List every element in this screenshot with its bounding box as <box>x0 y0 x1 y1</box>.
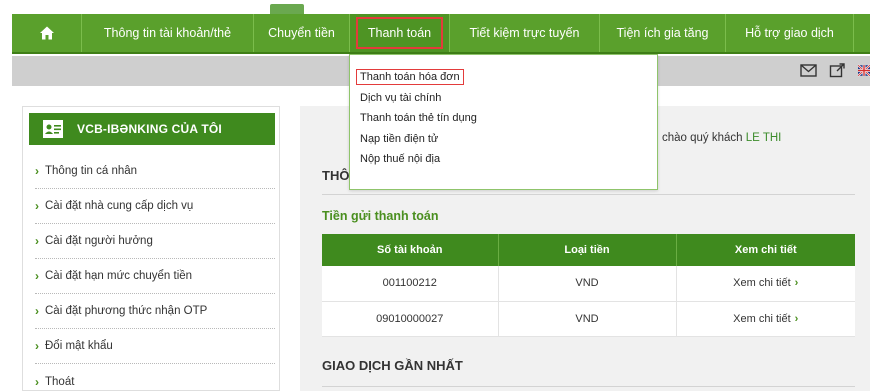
col-header-detail: Xem chi tiết <box>676 234 855 266</box>
external-link-icon[interactable] <box>829 63 846 78</box>
sidebar-title: VCB-IBƏNKING CỦA TÔI <box>77 122 222 136</box>
uk-flag-icon[interactable] <box>858 63 870 78</box>
chevron-right-icon: › <box>794 312 799 325</box>
page-title: THÔ <box>322 168 350 183</box>
sidebar-item-beneficiary[interactable]: › Cài đặt người hưởng <box>35 224 275 259</box>
utility-icons <box>800 63 870 78</box>
sidebar-item-change-password[interactable]: › Đổi mật khẩu <box>35 329 275 364</box>
menu-item-credit-card-payment[interactable]: Thanh toán thẻ tín dụng <box>350 108 657 129</box>
account-number: 09010000027 <box>322 301 499 337</box>
menu-item-bill-payment[interactable]: Thanh toán hóa đơn <box>350 67 657 88</box>
chevron-right-icon: › <box>35 234 39 248</box>
page: Thông tin tài khoản/thẻ Chuyển tiền Than… <box>0 0 870 391</box>
sidebar-item-service-provider[interactable]: › Cài đặt nhà cung cấp dịch vụ <box>35 189 275 224</box>
menu-item-e-topup[interactable]: Nạp tiền điện tử <box>350 129 657 150</box>
account-number: 001100212 <box>322 266 499 302</box>
nav-support[interactable]: Hỗ trợ giao dịch <box>726 14 854 52</box>
nav-home[interactable] <box>12 14 82 52</box>
table-row: 09010000027 VND Xem chi tiết › <box>322 301 855 337</box>
table-row: 001100212 VND Xem chi tiết › <box>322 266 855 302</box>
user-card-icon <box>43 120 63 138</box>
currency: VND <box>498 266 677 302</box>
sidebar-item-otp-method[interactable]: › Cài đặt phương thức nhận OTP <box>35 294 275 329</box>
top-strip <box>0 0 870 14</box>
greeting: chào quý khách LE THI <box>662 132 782 144</box>
divider <box>322 194 855 195</box>
sidebar-header: VCB-IBƏNKING CỦA TÔI <box>29 113 275 145</box>
col-header-currency: Loại tiền <box>498 234 677 266</box>
nav-value-added[interactable]: Tiện ích gia tăng <box>600 14 726 52</box>
sidebar: VCB-IBƏNKING CỦA TÔI › Thông tin cá nhân … <box>22 106 280 391</box>
col-header-account: Số tài khoản <box>322 234 499 266</box>
view-detail-link[interactable]: Xem chi tiết › <box>676 266 855 302</box>
sidebar-item-personal-info[interactable]: › Thông tin cá nhân <box>35 154 275 189</box>
nav-account-info[interactable]: Thông tin tài khoản/thẻ <box>82 14 254 52</box>
nav-transfer[interactable]: Chuyển tiền <box>254 14 350 52</box>
divider <box>322 386 855 387</box>
nav-filler <box>854 14 870 52</box>
sidebar-item-transfer-limit[interactable]: › Cài đặt hạn mức chuyển tiền <box>35 259 275 294</box>
chevron-right-icon: › <box>794 277 799 290</box>
home-icon <box>39 26 54 40</box>
main-nav: Thông tin tài khoản/thẻ Chuyển tiền Than… <box>12 14 870 54</box>
chevron-right-icon: › <box>35 164 39 178</box>
view-detail-link[interactable]: Xem chi tiết › <box>676 301 855 337</box>
chevron-right-icon: › <box>35 269 39 283</box>
section-title-deposit: Tiền gửi thanh toán <box>322 209 439 223</box>
menu-item-financial-services[interactable]: Dịch vụ tài chính <box>350 88 657 109</box>
currency: VND <box>498 301 677 337</box>
menu-item-domestic-tax[interactable]: Nộp thuế nội địa <box>350 149 657 170</box>
chevron-right-icon: › <box>35 374 39 389</box>
nav-online-saving[interactable]: Tiết kiệm trực tuyến <box>450 14 600 52</box>
chevron-right-icon: › <box>35 304 39 318</box>
nav-payment[interactable]: Thanh toán <box>350 14 450 52</box>
sidebar-item-logout[interactable]: › Thoát <box>35 364 275 391</box>
chevron-right-icon: › <box>35 339 39 353</box>
sidebar-list: › Thông tin cá nhân › Cài đặt nhà cung cấp… <box>35 154 275 391</box>
browser-tab-edge <box>270 4 304 14</box>
table-header-row: Số tài khoản Loại tiền Xem chi tiết <box>322 234 855 266</box>
mail-icon[interactable] <box>800 63 817 78</box>
payment-dropdown-menu: Thanh toán hóa đơn Dịch vụ tài chính Tha… <box>349 54 658 190</box>
accounts-table: Số tài khoản Loại tiền Xem chi tiết 0011… <box>322 234 855 337</box>
customer-name: LE THI <box>745 132 782 144</box>
chevron-right-icon: › <box>35 199 39 213</box>
section-title-recent: GIAO DỊCH GẦN NHẤT <box>322 358 463 373</box>
